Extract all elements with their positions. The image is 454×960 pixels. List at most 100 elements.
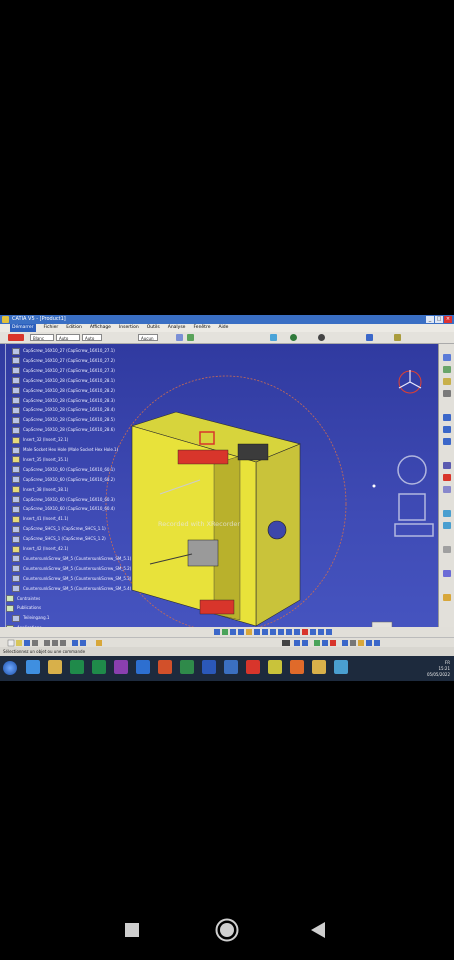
layer-combo[interactable]: Aucun [138,334,158,341]
clock-date[interactable]: 05/05/2022 [427,672,450,678]
whats-this-icon [96,640,102,646]
tree-item-label: CountersunkScrew_SM_5 (CountersunkScrew_… [23,555,132,561]
menu-outils[interactable]: Outils [147,324,160,332]
painter-icon[interactable] [187,334,194,341]
remote-icon[interactable] [334,660,348,674]
word-icon[interactable] [202,660,216,674]
powerpoint-icon[interactable] [158,660,172,674]
tree-item[interactable]: CapScrew_16X10_60 (CapScrew_16X10_60.4) [12,504,115,513]
tree-item-label: CountersunkScrew_SM_5 (CountersunkScrew_… [23,565,132,571]
tree-item[interactable]: CountersunkScrew_SM_5 (CountersunkScrew_… [12,584,131,593]
properties-icon[interactable] [176,334,183,341]
catia-icon[interactable] [268,660,282,674]
start-button[interactable] [3,661,17,675]
tree-item[interactable]: Insert_38 (Insert_38.1) [12,485,68,494]
tree-item[interactable]: CapScrew_16X10_60 (CapScrew_16X10_60.2) [12,475,115,484]
minimize-button[interactable]: _ [426,316,434,323]
explode-icon[interactable] [443,546,451,553]
tree-item[interactable]: CapScrew_16X10_28 (CapScrew_16X10_28.4) [12,405,115,414]
project-icon[interactable] [180,660,194,674]
right-toolbar [438,344,454,655]
linetype-combo[interactable]: Auto [82,334,102,341]
firefox-icon[interactable] [290,660,304,674]
excel-icon[interactable] [92,660,106,674]
contact-icon[interactable] [443,426,451,433]
menu-analyse[interactable]: Analyse [168,324,186,332]
mold-sprue-hole [267,520,287,540]
explorer-icon[interactable] [312,660,326,674]
excel-icon[interactable] [70,660,84,674]
maximize-button[interactable]: □ [435,316,443,323]
knowledge-icon[interactable] [394,334,401,341]
help-icon[interactable] [366,334,373,341]
clash-icon[interactable] [443,570,451,577]
onenote-icon[interactable] [114,660,128,674]
tree-item[interactable]: CapScrew_16X10_27 (CapScrew_16X10_27.2) [12,356,115,365]
tree-item[interactable]: Publications [6,603,41,612]
offset-icon[interactable] [443,438,451,445]
tree-item[interactable]: Insert_42 (Insert_42.1) [12,544,68,553]
tree-item-label: CapScrew_16X10_28 (CapScrew_16X10_28.3) [23,397,115,403]
menu-affichage[interactable]: Affichage [90,324,111,332]
tree-item[interactable]: CountersunkScrew_SM_5 (CountersunkScrew_… [12,574,131,583]
insert-component-icon[interactable] [443,366,451,373]
menu-insertion[interactable]: Insertion [119,324,139,332]
fly-mode-icon [214,629,220,635]
tree-item[interactable]: CapScrew_16X10_27 (CapScrew_16X10_27.1) [12,346,115,355]
tree-item[interactable]: CapScrew_16X10_28 (CapScrew_16X10_28.2) [12,386,115,395]
recorder-icon[interactable] [246,660,260,674]
home-button[interactable] [215,918,239,942]
tree-item[interactable]: CapScrew_SHCS_1 (CapScrew_SHCS_1.2) [12,534,106,543]
cache-icon[interactable] [290,334,297,341]
tree-item[interactable]: Insert_35 (Insert_35.1) [12,455,68,464]
assembly-node-icon [12,515,20,523]
tree-item[interactable]: CountersunkScrew_SM_5 (CountersunkScrew_… [12,554,131,563]
tree-item[interactable]: CapScrew_16X10_60 (CapScrew_16X10_60.3) [12,495,115,504]
status-bar: Sélectionnez un objet ou une commande [0,647,454,656]
color-swatch-icon[interactable] [8,334,24,341]
tree-item[interactable]: Male Socket Hex Hole (Male Socket Hex Ho… [12,445,118,454]
snap-icon[interactable] [443,522,451,529]
color-combo[interactable]: Blanc [30,334,54,341]
replace-icon[interactable] [443,378,451,385]
scene-icon [374,640,380,646]
menu-fenetre[interactable]: Fenêtre [193,324,210,332]
assembly-icon[interactable] [443,354,451,361]
tree-item[interactable]: CapScrew_SHCS_1 (CapScrew_SHCS_1.1) [12,524,106,533]
tree-item[interactable]: CapScrew_16X10_60 (CapScrew_16X10_60.1) [12,465,115,474]
reorder-icon[interactable] [443,390,451,397]
menu-edition[interactable]: Edition [66,324,82,332]
tree-item[interactable]: Contraintes [6,594,40,603]
render-style-icon [318,629,324,635]
tree-item[interactable]: CapScrew_16X10_28 (CapScrew_16X10_28.1) [12,376,115,385]
fix-icon[interactable] [443,474,451,481]
tree-item-label: CapScrew_16X10_60 (CapScrew_16X10_60.1) [23,466,115,472]
recents-button[interactable] [125,923,139,937]
close-button[interactable]: × [444,316,452,323]
menu-fichier[interactable]: Fichier [44,324,59,332]
catalog-icon[interactable] [443,594,451,601]
transparency-combo[interactable]: Auto [56,334,80,341]
back-button[interactable] [311,922,325,938]
update-icon[interactable] [443,486,451,493]
tree-item[interactable]: CountersunkScrew_SM_5 (CountersunkScrew_… [12,564,131,573]
visio-icon[interactable] [224,660,238,674]
angle-icon[interactable] [443,462,451,469]
constraint-icon[interactable] [443,414,451,421]
ie-icon[interactable] [26,660,40,674]
tree-item[interactable]: Insert_41 (Insert_41.1) [12,514,68,523]
tree-item[interactable]: CapScrew_16X10_27 (CapScrew_16X10_27.3) [12,366,115,375]
tree-item[interactable]: CapScrew_16X10_28 (CapScrew_16X10_28.5) [12,415,115,424]
3d-viewport[interactable]: CapScrew_16X10_27 (CapScrew_16X10_27.1) C… [0,344,438,655]
tree-item[interactable]: CapScrew_16X10_28 (CapScrew_16X10_28.3) [12,396,115,405]
section-icon[interactable] [318,334,325,341]
manipulate-icon[interactable] [443,510,451,517]
menu-aide[interactable]: Aide [218,324,228,332]
outlook-icon[interactable] [136,660,150,674]
tree-item[interactable]: CapScrew_16X10_28 (CapScrew_16X10_28.6) [12,425,115,434]
tree-item[interactable]: Teileingang.1 [12,613,49,622]
tree-item[interactable]: Insert_32 (Insert_32.1) [12,435,68,444]
menu-demarrer[interactable]: Démarrer [10,324,36,332]
measure-icon[interactable] [270,334,277,341]
folder-icon[interactable] [48,660,62,674]
